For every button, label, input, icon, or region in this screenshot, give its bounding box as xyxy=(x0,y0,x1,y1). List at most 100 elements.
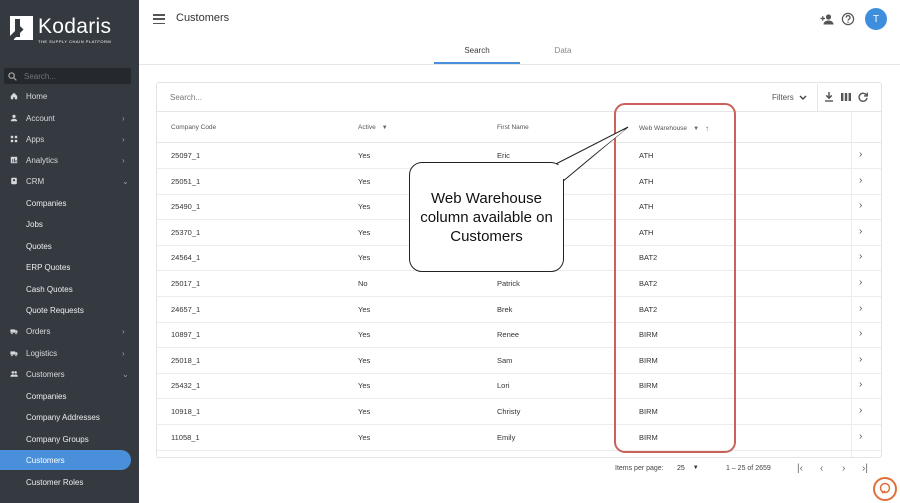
chevron-down-icon: ⌄ xyxy=(122,369,129,379)
sidebar-item-erp-quotes[interactable]: ERP Quotes xyxy=(0,257,139,277)
sidebar-item-apps[interactable]: Apps › xyxy=(0,129,139,149)
page-range: 1 – 25 of 2659 xyxy=(726,465,771,472)
chevron-right-icon[interactable]: › xyxy=(859,226,862,237)
account-icon xyxy=(9,114,18,123)
sidebar-item-customers[interactable]: Customers ⌄ xyxy=(0,364,139,384)
table-cell: 11058_1 xyxy=(171,432,200,442)
toolbar-divider xyxy=(817,84,818,111)
sidebar-item-label: Companies xyxy=(26,391,67,401)
sidebar-item-companies[interactable]: Companies xyxy=(0,386,139,406)
kodaris-logo[interactable]: Kodaris THE SUPPLY CHAIN PLATFORM xyxy=(10,16,111,44)
filter-caret-icon[interactable]: ▼ xyxy=(382,125,388,131)
filters-dropdown[interactable]: Filters xyxy=(772,93,807,102)
chevron-right-icon[interactable]: › xyxy=(859,379,862,390)
items-per-page-select[interactable]: 25 ▼ xyxy=(677,465,699,472)
sidebar-item-label: Customers xyxy=(26,455,65,465)
sidebar-item-analytics[interactable]: Analytics › xyxy=(0,150,139,170)
sidebar-item-label: Orders xyxy=(26,326,51,336)
chevron-right-icon[interactable]: › xyxy=(859,354,862,365)
chevron-right-icon: › xyxy=(122,348,125,358)
sidebar-item-quote-requests[interactable]: Quote Requests xyxy=(0,300,139,320)
sidebar-item-label: Company Groups xyxy=(26,434,89,444)
table-cell: Christy xyxy=(497,407,521,416)
sidebar-item-logistics[interactable]: Logistics › xyxy=(0,343,139,363)
caret-down-icon: ▼ xyxy=(692,465,699,471)
table-row[interactable]: 11058_1 Yes Emily BIRM › xyxy=(157,425,881,451)
refresh-icon[interactable] xyxy=(857,91,869,103)
table-cell: Eric xyxy=(497,151,510,160)
app-root: Kodaris THE SUPPLY CHAIN PLATFORM Search… xyxy=(0,0,900,503)
table-cell: Yes xyxy=(358,407,371,416)
first-page-icon[interactable]: |‹ xyxy=(797,463,803,474)
table-cell: 25097_1 xyxy=(171,151,201,160)
sidebar-item-label: CRM xyxy=(26,176,45,186)
sidebar-item-label: Customer Roles xyxy=(26,477,84,487)
user-avatar[interactable]: T xyxy=(865,8,887,30)
sidebar-item-quotes[interactable]: Quotes xyxy=(0,236,139,256)
sidebar-item-label: Analytics xyxy=(26,155,59,165)
tab-search[interactable]: Search xyxy=(434,46,520,64)
columns-icon[interactable] xyxy=(840,91,852,103)
sidebar-item-customers[interactable]: Customers xyxy=(0,450,131,470)
table-row[interactable]: 25432_1 Yes Lori BIRM › xyxy=(157,373,881,400)
sidebar-item-home[interactable]: Home xyxy=(0,86,139,106)
chevron-right-icon[interactable]: › xyxy=(859,200,862,211)
chevron-right-icon[interactable]: › xyxy=(859,149,862,160)
orders-icon xyxy=(9,327,18,336)
column-header-first-name[interactable]: First Name xyxy=(497,124,529,131)
sidebar-item-crm[interactable]: CRM ⌄ xyxy=(0,171,139,191)
sidebar-item-jobs[interactable]: Jobs xyxy=(0,214,139,234)
sidebar-item-cash-quotes[interactable]: Cash Quotes xyxy=(0,279,139,299)
chevron-right-icon[interactable]: › xyxy=(859,303,862,314)
sidebar-item-companies[interactable]: Companies xyxy=(0,193,139,213)
table-row[interactable]: 25018_1 Yes Sam BIRM › xyxy=(157,348,881,374)
download-icon[interactable] xyxy=(823,91,835,103)
chevron-right-icon: › xyxy=(122,326,125,336)
sidebar-item-customer-roles[interactable]: Customer Roles xyxy=(0,472,139,492)
brand-tagline: THE SUPPLY CHAIN PLATFORM xyxy=(38,39,112,44)
next-page-icon[interactable]: › xyxy=(842,463,845,474)
previous-page-icon[interactable]: ‹ xyxy=(820,463,823,474)
sidebar-item-company-addresses[interactable]: Company Addresses xyxy=(0,407,139,427)
table-cell: Patrick xyxy=(497,279,520,288)
sidebar-item-company-groups[interactable]: Company Groups xyxy=(0,429,139,449)
chevron-right-icon[interactable]: › xyxy=(859,175,862,186)
chevron-right-icon[interactable]: › xyxy=(859,405,862,416)
pagination-bar: Items per page: 25 ▼ 1 – 25 of 2659 |‹ ‹ … xyxy=(156,458,882,484)
sidebar-item-orders[interactable]: Orders › xyxy=(0,321,139,341)
table-cell: Yes xyxy=(358,151,371,160)
chevron-right-icon[interactable]: › xyxy=(859,431,862,442)
table-row[interactable]: 10918_1 Yes Christy BIRM › xyxy=(157,399,881,425)
chevron-right-icon[interactable]: › xyxy=(859,328,862,339)
table-search-input[interactable]: Search... xyxy=(170,93,202,102)
table-row[interactable]: 10897_1 Yes Renee BIRM › xyxy=(157,322,881,349)
sidebar-item-account[interactable]: Account › xyxy=(0,108,139,128)
filters-label: Filters xyxy=(772,93,794,102)
chevron-down-icon xyxy=(799,95,807,100)
chevron-right-icon[interactable]: › xyxy=(859,251,862,262)
last-page-icon[interactable]: ›| xyxy=(862,463,868,474)
view-tabs: Search Data xyxy=(139,40,900,65)
chevron-right-icon[interactable]: › xyxy=(859,277,862,288)
table-cell: Emily xyxy=(497,432,516,442)
column-header-company-code[interactable]: Company Code xyxy=(171,124,216,131)
tab-data[interactable]: Data xyxy=(520,46,606,64)
table-cell: 10918_1 xyxy=(171,407,201,416)
top-bar: Customers T xyxy=(139,0,900,40)
web-warehouse-highlight xyxy=(614,103,736,453)
help-icon[interactable] xyxy=(841,12,855,26)
chevron-right-icon: › xyxy=(122,155,125,165)
menu-icon[interactable] xyxy=(153,14,165,24)
sidebar-search-input[interactable]: Search... xyxy=(4,68,131,84)
add-user-icon[interactable] xyxy=(820,12,834,26)
sidebar-search-placeholder: Search... xyxy=(24,71,57,81)
sidebar-item-label: Jobs xyxy=(26,219,43,229)
column-header-active[interactable]: Active ▼ xyxy=(358,124,388,131)
sidebar-item-label: Quotes xyxy=(26,241,52,251)
table-row[interactable]: 25017_1 No Patrick BAT2 › xyxy=(157,271,881,297)
chat-icon[interactable] xyxy=(873,477,897,501)
sidebar-item-label: Home xyxy=(26,91,48,101)
table-cell: 25370_1 xyxy=(171,227,201,237)
sidebar-item-label: Apps xyxy=(26,134,45,144)
table-row[interactable]: 24657_1 Yes Brek BAT2 › xyxy=(157,297,881,323)
